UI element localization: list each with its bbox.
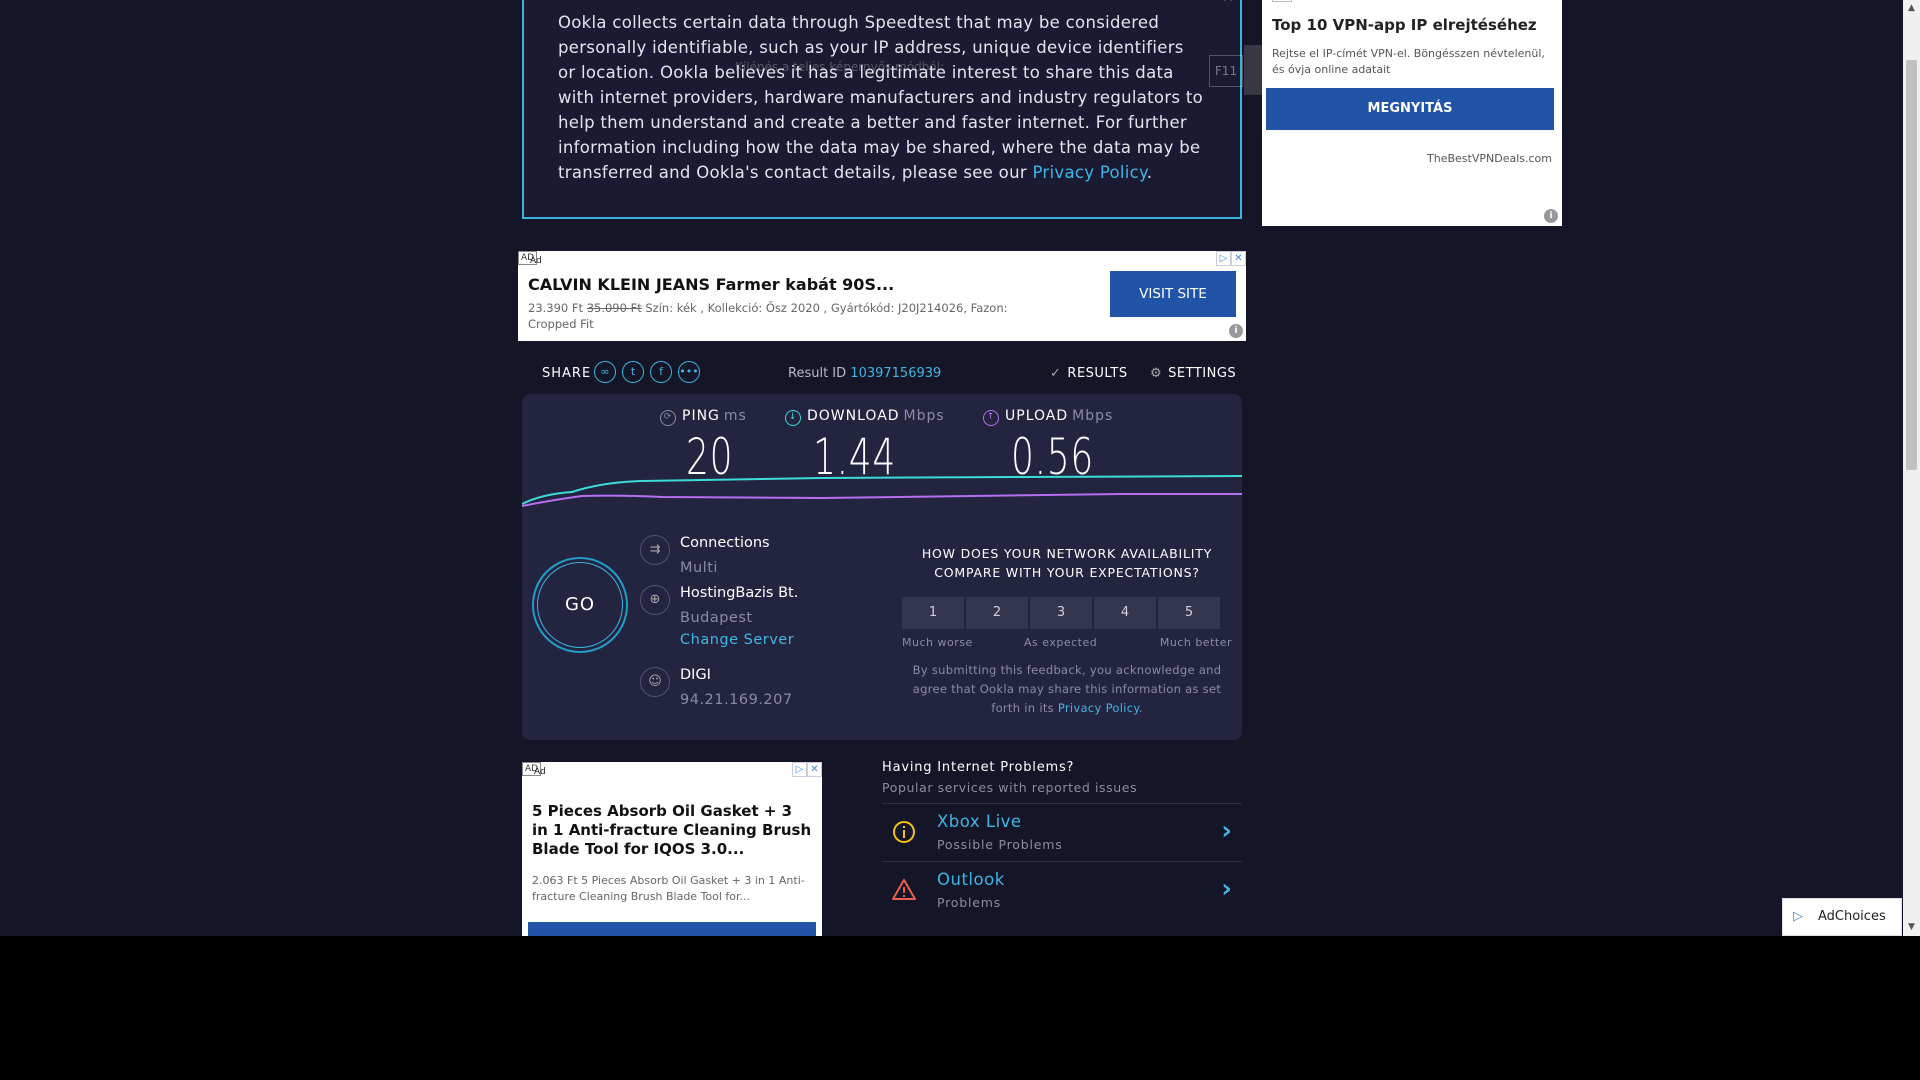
warning-icon bbox=[892, 878, 916, 902]
iqos-ad-button[interactable] bbox=[528, 922, 816, 936]
scrollbar-thumb[interactable] bbox=[1906, 60, 1917, 470]
feedback-survey: HOW DOES YOUR NETWORK AVAILABILITY COMPA… bbox=[902, 544, 1232, 718]
ad-info-icon[interactable]: i bbox=[1544, 209, 1558, 223]
iqos-ad[interactable]: AD Ad ▷ ✕ 5 Pieces Absorb Oil Gasket + 3… bbox=[522, 762, 822, 936]
chevron-right-icon: › bbox=[1221, 816, 1232, 846]
survey-question: HOW DOES YOUR NETWORK AVAILABILITY COMPA… bbox=[921, 546, 1213, 580]
close-icon[interactable]: ✕ bbox=[1222, 0, 1234, 6]
privacy-notice: ✕ Ookla collects certain data through Sp… bbox=[522, 0, 1242, 219]
result-panel: ⟳ PING ms 20 ↓ DOWNLOAD Mbps 1.44 ↑ UPLOAD Mbp… bbox=[522, 394, 1242, 740]
ad-choices-icons[interactable]: ▷ ✕ bbox=[1216, 251, 1246, 266]
adchoices-icon[interactable]: ▷ bbox=[792, 762, 807, 777]
check-circle-icon: ✓ bbox=[1050, 366, 1062, 381]
adchoices-button[interactable]: ▷ AdChoices bbox=[1782, 898, 1902, 936]
rating-1[interactable]: 1 bbox=[902, 597, 964, 629]
calvin-klein-ad[interactable]: AD Ad ▷ ✕ CALVIN KLEIN JEANS Farmer kabá… bbox=[518, 251, 1246, 341]
rating-3[interactable]: 3 bbox=[1030, 597, 1092, 629]
upload-line bbox=[522, 493, 1242, 507]
scroll-up-icon[interactable]: ▲ bbox=[1903, 0, 1920, 17]
internet-problems: Having Internet Problems? Popular servic… bbox=[882, 760, 1242, 919]
chevron-right-icon: › bbox=[1221, 874, 1232, 904]
vpn-ad[interactable]: Top 10 VPN-app IP elrejtéséhez Rejtse el… bbox=[1262, 0, 1562, 226]
rating-5[interactable]: 5 bbox=[1158, 597, 1220, 629]
share-row: SHARE ∞ t f ••• Result ID 10397156939 ✓ R… bbox=[522, 358, 1242, 388]
settings-button[interactable]: ⚙ SETTINGS bbox=[1150, 366, 1236, 381]
problem-item-outlook[interactable]: Outlook Problems › bbox=[882, 861, 1242, 919]
privacy-policy-link[interactable]: Privacy Policy bbox=[1058, 701, 1139, 715]
vpn-ad-description: Rejtse el IP-címét VPN-el. Böngésszen né… bbox=[1272, 47, 1545, 76]
speed-graph bbox=[522, 475, 1242, 507]
ad-info-icon[interactable]: i bbox=[1229, 324, 1243, 338]
ad-checkbox[interactable] bbox=[1272, 0, 1292, 2]
vpn-ad-source[interactable]: TheBestVPNDeals.com bbox=[1272, 152, 1552, 165]
change-server-link[interactable]: Change Server bbox=[680, 632, 794, 648]
download-line bbox=[522, 475, 1242, 505]
globe-icon: ⊕ bbox=[640, 585, 670, 615]
link-icon[interactable]: ∞ bbox=[594, 361, 616, 383]
rating-scale: 1 2 3 4 5 bbox=[902, 597, 1232, 629]
share-label: SHARE bbox=[542, 366, 592, 381]
fullscreen-key-hint: F11 bbox=[1209, 55, 1243, 87]
more-icon[interactable]: ••• bbox=[678, 361, 700, 383]
problems-list: Xbox Live Possible Problems › Outlook Pr… bbox=[882, 803, 1242, 919]
ad-label-small: Ad bbox=[530, 256, 542, 266]
vpn-ad-title[interactable]: Top 10 VPN-app IP elrejtéséhez bbox=[1272, 16, 1552, 34]
info-icon bbox=[892, 820, 916, 844]
close-ad-icon[interactable]: ✕ bbox=[1231, 251, 1246, 266]
fullscreen-exit-hint: Kilépés a teljes képernyős módból: bbox=[735, 60, 945, 74]
scroll-down-icon[interactable]: ▼ bbox=[1903, 919, 1920, 936]
rating-2[interactable]: 2 bbox=[966, 597, 1028, 629]
iqos-ad-description: 2.063 Ft 5 Pieces Absorb Oil Gasket + 3 … bbox=[532, 874, 805, 903]
share-icons: ∞ t f ••• bbox=[594, 361, 700, 383]
iqos-ad-title[interactable]: 5 Pieces Absorb Oil Gasket + 3 in 1 Anti… bbox=[532, 802, 812, 859]
upload-icon: ↑ bbox=[983, 410, 999, 426]
adchoices-icon[interactable]: ▷ bbox=[1216, 251, 1231, 266]
problems-heading: Having Internet Problems? bbox=[882, 760, 1075, 775]
twitter-icon[interactable]: t bbox=[622, 361, 644, 383]
result-id: Result ID 10397156939 bbox=[788, 366, 942, 381]
close-ad-icon[interactable]: ✕ bbox=[807, 762, 822, 777]
adchoices-icon: ▷ bbox=[1793, 909, 1803, 924]
ping-icon: ⟳ bbox=[660, 410, 676, 426]
ad-choices-icons[interactable]: ▷ ✕ bbox=[792, 762, 822, 777]
connections-icon: ⇉ bbox=[640, 535, 670, 565]
visit-site-button[interactable]: VISIT SITE bbox=[1110, 271, 1236, 317]
survey-note: By submitting this feedback, you acknowl… bbox=[912, 663, 1222, 715]
vpn-ad-open-button[interactable]: MEGNYITÁS bbox=[1266, 88, 1554, 130]
browser-viewport: ✕ Ookla collects certain data through Sp… bbox=[0, 0, 1920, 936]
problem-item-xbox-live[interactable]: Xbox Live Possible Problems › bbox=[882, 803, 1242, 861]
problems-subheading: Popular services with reported issues bbox=[882, 780, 1138, 795]
result-id-link[interactable]: 10397156939 bbox=[850, 366, 941, 381]
gear-icon: ⚙ bbox=[1150, 366, 1163, 381]
rating-labels: Much worse As expected Much better bbox=[902, 636, 1232, 649]
privacy-policy-link[interactable]: Privacy Policy bbox=[1032, 163, 1146, 182]
ad-description: 23.390 Ft 35.090 Ft Szín: kék , Kollekci… bbox=[528, 301, 1008, 331]
user-icon: ☺ bbox=[640, 667, 670, 697]
go-button[interactable]: GO bbox=[537, 562, 623, 648]
rating-4[interactable]: 4 bbox=[1094, 597, 1156, 629]
results-button[interactable]: ✓ RESULTS bbox=[1050, 366, 1128, 381]
ad-label-small: Ad bbox=[534, 767, 546, 777]
page-scrollbar[interactable]: ▲ ▼ bbox=[1903, 0, 1920, 936]
download-icon: ↓ bbox=[785, 410, 801, 426]
privacy-text: Ookla collects certain data through Spee… bbox=[558, 13, 1204, 182]
facebook-icon[interactable]: f bbox=[650, 361, 672, 383]
